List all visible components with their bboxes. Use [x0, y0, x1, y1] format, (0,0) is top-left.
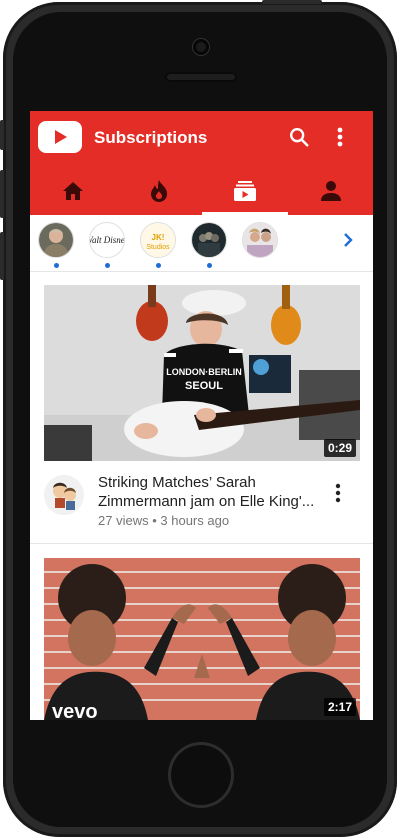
view-count: 27 views: [98, 513, 149, 528]
video-duration: 0:29: [323, 439, 356, 457]
subscriptions-icon: [234, 181, 256, 201]
video-thumbnail-1[interactable]: LONDON·BERLIN SEOUL 0:29: [44, 285, 360, 461]
account-icon: [321, 181, 341, 201]
home-icon: [63, 182, 83, 200]
channel-avatar-5[interactable]: [243, 223, 277, 257]
new-content-dot: [54, 263, 59, 268]
channel-avatar-4[interactable]: [192, 223, 226, 257]
separator: •: [152, 513, 157, 528]
volume-down-button: [0, 232, 4, 280]
home-button[interactable]: [168, 742, 234, 808]
chevron-right-icon[interactable]: [343, 233, 353, 252]
svg-text:vevo: vevo: [52, 701, 98, 720]
video-duration: 2:17: [323, 698, 356, 716]
tab-trending[interactable]: [116, 167, 202, 215]
new-content-dot: [105, 263, 110, 268]
video-meta-1: Striking Matches’ Sarah Zimmermann jam o…: [44, 473, 360, 543]
app-screen: Subscriptions Walt Disn: [30, 111, 373, 720]
page-title: Subscriptions: [94, 128, 208, 147]
tab-subscriptions[interactable]: [202, 167, 288, 215]
channel-strip: Walt Disney JK! Studios: [30, 215, 373, 272]
new-content-dot: [156, 263, 161, 268]
upload-age: 3 hours ago: [160, 513, 230, 528]
youtube-logo-icon[interactable]: [38, 121, 82, 153]
svg-text:JK!: JK!: [152, 233, 165, 242]
svg-text:SEOUL: SEOUL: [185, 380, 223, 392]
tab-bar: [30, 167, 373, 215]
channel-avatar-1[interactable]: [39, 223, 73, 257]
tab-account[interactable]: [288, 167, 373, 215]
svg-text:LONDON·BERLIN: LONDON·BERLIN: [166, 367, 242, 377]
front-camera: [193, 39, 209, 55]
channel-avatar-3[interactable]: JK! Studios: [141, 223, 175, 257]
search-icon[interactable]: [288, 126, 310, 153]
trending-flame-icon: [151, 180, 167, 202]
earpiece-speaker: [165, 72, 237, 82]
volume-up-button: [0, 170, 4, 218]
mute-switch: [0, 120, 4, 150]
channel-avatar[interactable]: [44, 475, 84, 515]
video-thumbnail-2[interactable]: vevo 2:17: [44, 558, 360, 720]
tab-home[interactable]: [30, 167, 116, 215]
app-bar: Subscriptions: [30, 111, 373, 215]
feed-divider: [30, 543, 373, 544]
power-button: [262, 0, 322, 4]
video-stats: 27 views • 3 hours ago: [98, 513, 229, 528]
video-menu-icon[interactable]: [334, 483, 342, 508]
channel-avatar-2[interactable]: Walt Disney: [90, 223, 124, 257]
svg-text:Studios: Studios: [146, 244, 170, 251]
video-title[interactable]: Striking Matches’ Sarah Zimmermann jam o…: [98, 473, 316, 511]
new-content-dot: [207, 263, 212, 268]
svg-text:Walt Disney: Walt Disney: [90, 235, 124, 245]
more-vert-icon[interactable]: [336, 126, 344, 153]
